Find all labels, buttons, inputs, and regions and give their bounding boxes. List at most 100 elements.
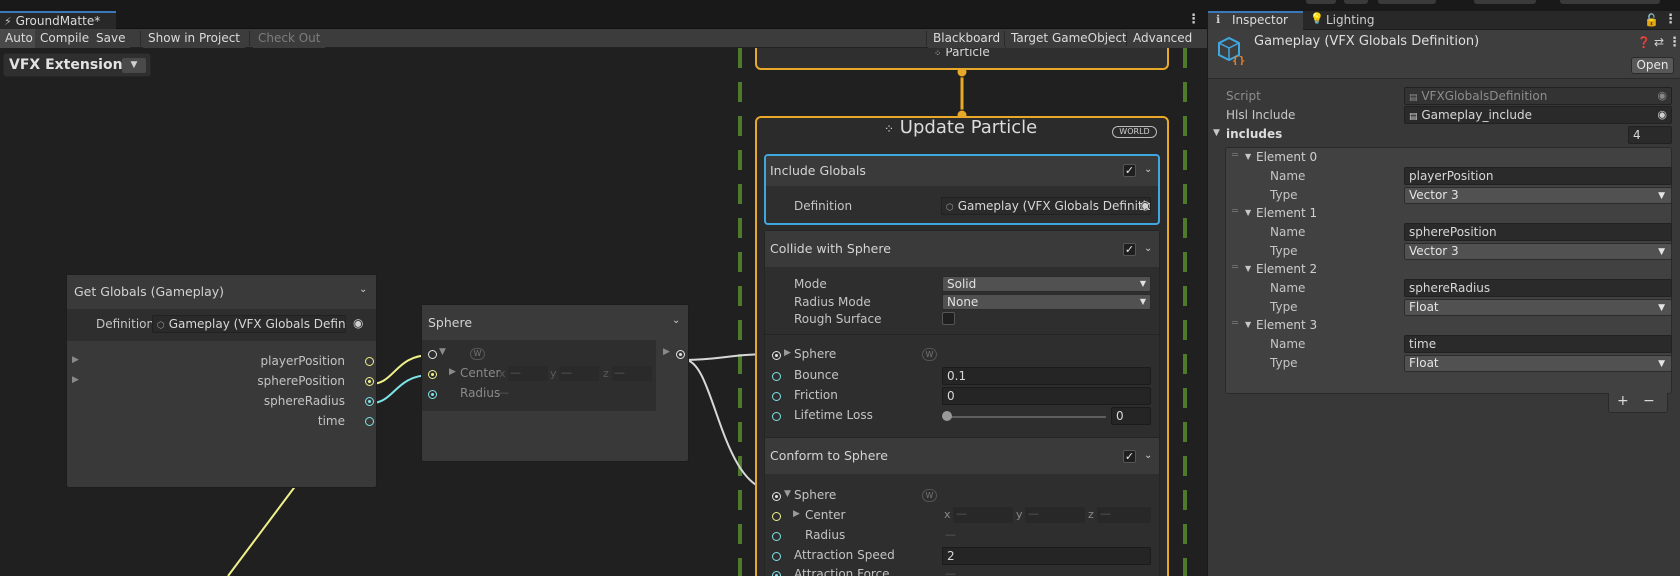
object-picker-icon[interactable]: ◉ <box>1140 198 1150 212</box>
bounce-field[interactable]: 0.1 <box>942 367 1151 385</box>
add-element-button[interactable]: + <box>1617 393 1629 409</box>
sphere-input-port[interactable] <box>772 492 781 501</box>
tab-groundmatte[interactable]: ⚡ GroundMatte* <box>0 11 116 30</box>
chevron-down-icon[interactable]: ⌄ <box>359 284 367 295</box>
triangle-down-icon[interactable]: ▼ <box>1245 320 1251 329</box>
include-globals-block[interactable]: Include Globals ✓ ⌄ Definition ⬡ Gamepla… <box>764 154 1160 225</box>
world-space-badge[interactable]: WORLD <box>1112 126 1157 138</box>
drag-handle-icon[interactable]: ═ <box>1232 262 1238 273</box>
get-globals-node[interactable]: Get Globals (Gameplay) ⌄ Definition ⬡ Ga… <box>66 274 377 488</box>
sphere-input-port[interactable] <box>772 351 781 360</box>
lifetime-loss-field[interactable]: 0 <box>1111 407 1151 425</box>
element-type-dropdown[interactable]: Vector 3 <box>1404 243 1672 260</box>
top-toolbar-button[interactable] <box>1306 0 1336 4</box>
attraction-speed-field[interactable]: 2 <box>942 547 1151 565</box>
triangle-down-icon[interactable]: ▼ <box>784 489 791 499</box>
center-y-field[interactable]: — <box>559 366 599 381</box>
lifetime-loss-slider-track[interactable] <box>946 416 1106 418</box>
settings-sliders-icon[interactable]: ⇄ <box>1654 35 1664 49</box>
triangle-right-icon[interactable]: ▶ <box>784 348 791 358</box>
chevron-down-icon[interactable]: ⌄ <box>1144 164 1152 175</box>
world-space-badge[interactable]: W <box>922 348 937 361</box>
triangle-down-icon[interactable]: ▼ <box>1245 208 1251 217</box>
definition-object-field[interactable]: ⬡ Gameplay (VFX Globals Definition <box>941 197 1151 215</box>
blackboard-button[interactable]: Blackboard <box>928 29 1006 48</box>
friction-field[interactable]: 0 <box>942 387 1151 405</box>
attraction-force-input-port[interactable] <box>772 571 781 576</box>
sphere-radius-output-port[interactable] <box>365 397 374 406</box>
triangle-down-icon[interactable]: ▼ <box>1245 152 1251 161</box>
top-toolbar-button[interactable] <box>1560 0 1660 4</box>
center-z-field[interactable]: — <box>612 366 652 381</box>
check-out-button[interactable]: Check Out <box>253 29 326 48</box>
sphere-output-port[interactable] <box>676 350 685 359</box>
conform-enable-checkbox[interactable]: ✓ <box>1123 450 1136 463</box>
triangle-right-icon[interactable]: ▶ <box>449 367 456 377</box>
remove-element-button[interactable]: − <box>1643 393 1655 409</box>
tab-lighting[interactable]: 💡 Lighting <box>1306 11 1386 30</box>
vertical-ellipsis-icon[interactable]: ⋮ <box>1664 12 1677 27</box>
top-toolbar-button[interactable] <box>1344 0 1368 4</box>
open-button[interactable]: Open <box>1631 57 1674 74</box>
conform-to-sphere-block[interactable]: Conform to Sphere ✓ ⌄ ▼ Sphere W ▶ Cente… <box>764 437 1160 576</box>
world-space-badge[interactable]: W <box>922 489 937 502</box>
definition-object-field[interactable]: ⬡ Gameplay (VFX Globals Definition) <box>152 315 346 333</box>
show-in-project-button[interactable]: Show in Project <box>143 29 246 48</box>
radius-mode-dropdown[interactable]: None <box>942 294 1151 310</box>
attraction-speed-input-port[interactable] <box>772 552 781 561</box>
triangle-down-icon[interactable]: ▼ <box>439 347 446 357</box>
advanced-dropdown[interactable]: Advanced ▼ <box>1128 29 1207 63</box>
center-input-port[interactable] <box>772 512 781 521</box>
center-z-field[interactable]: — <box>1097 507 1151 523</box>
top-toolbar-button[interactable] <box>1474 0 1536 4</box>
radius-input-port[interactable] <box>772 532 781 541</box>
sphere-position-output-port[interactable] <box>365 377 374 386</box>
lifetime-loss-slider-handle[interactable] <box>942 411 952 421</box>
triangle-down-icon[interactable]: ▼ <box>1245 264 1251 273</box>
tab-inspector[interactable]: ℹ Inspector <box>1208 11 1303 30</box>
object-picker-icon[interactable]: ◉ <box>1657 107 1667 123</box>
includes-count-field[interactable]: 4 <box>1628 126 1672 144</box>
hlsl-include-field[interactable]: ▤ Gameplay_include ◉ <box>1404 106 1672 124</box>
include-globals-enable-checkbox[interactable]: ✓ <box>1123 164 1136 177</box>
vertical-ellipsis-icon[interactable]: ⋮ <box>1668 35 1680 50</box>
rough-surface-checkbox[interactable] <box>942 312 955 325</box>
player-position-output-port[interactable] <box>365 357 374 366</box>
graph-view[interactable]: VFX Extension ▼ ⁘ Particle ⁘ Update Part… <box>0 48 1207 576</box>
friction-input-port[interactable] <box>772 392 781 401</box>
element-type-dropdown[interactable]: Vector 3 <box>1404 187 1672 204</box>
element-type-dropdown[interactable]: Float <box>1404 355 1672 372</box>
element-name-field[interactable]: playerPosition <box>1404 167 1672 185</box>
triangle-right-icon[interactable]: ▶ <box>72 375 79 385</box>
collide-enable-checkbox[interactable]: ✓ <box>1123 243 1136 256</box>
triangle-right-icon[interactable]: ▶ <box>72 355 79 365</box>
vertical-ellipsis-icon[interactable]: ⋮ <box>1187 12 1200 27</box>
drag-handle-icon[interactable]: ═ <box>1232 206 1238 217</box>
chevron-down-icon[interactable]: ⌄ <box>1144 450 1152 461</box>
drag-handle-icon[interactable]: ═ <box>1232 318 1238 329</box>
chevron-down-icon[interactable]: ⌄ <box>672 315 680 326</box>
sphere-node[interactable]: Sphere ⌄ ▼ W ▶ Center x — y — z — Radius… <box>421 304 689 462</box>
element-type-dropdown[interactable]: Float <box>1404 299 1672 316</box>
object-picker-icon[interactable]: ◉ <box>1657 88 1667 104</box>
compile-button[interactable]: Compile <box>35 29 95 48</box>
mode-dropdown[interactable]: Solid <box>942 276 1151 292</box>
lifetime-loss-input-port[interactable] <box>772 412 781 421</box>
extension-dropdown[interactable]: ▼ <box>122 58 146 73</box>
time-output-port[interactable] <box>365 417 374 426</box>
chevron-down-icon[interactable]: ⌄ <box>1144 243 1152 254</box>
triangle-right-icon[interactable]: ▶ <box>793 509 800 519</box>
element-name-field[interactable]: spherePosition <box>1404 223 1672 241</box>
help-icon[interactable]: ❓ <box>1637 36 1651 49</box>
sphere-input-port[interactable] <box>428 350 437 359</box>
target-gameobject-button[interactable]: Target GameObject <box>1006 29 1132 48</box>
object-picker-icon[interactable]: ◉ <box>353 316 363 330</box>
top-toolbar-button[interactable] <box>1378 0 1436 4</box>
bounce-input-port[interactable] <box>772 372 781 381</box>
center-input-port[interactable] <box>428 370 437 379</box>
center-y-field[interactable]: — <box>1025 507 1085 523</box>
triangle-down-icon[interactable]: ▼ <box>1213 128 1220 138</box>
radius-input-port[interactable] <box>428 390 437 399</box>
lock-icon[interactable]: 🔓 <box>1644 13 1659 27</box>
world-space-badge[interactable]: W <box>470 348 485 360</box>
